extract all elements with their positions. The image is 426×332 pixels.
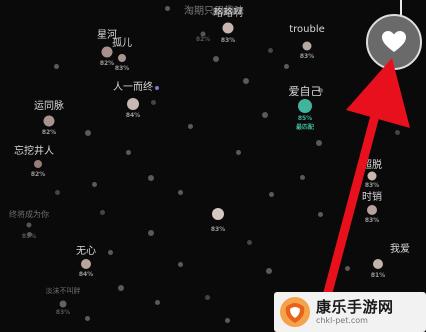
watermark-url: chkl-pet.com [316, 315, 368, 325]
watermark-title: 康乐手游网 [316, 297, 394, 316]
red-arrow-annotation [313, 58, 410, 332]
watermark-logo-icon [280, 297, 310, 327]
match-graph-canvas[interactable]: 淘期只用趣味 略略啊 83% 星河 82% 孤儿 83% 82% trouble… [0, 0, 426, 332]
watermark-badge: 康乐手游网 chkl-pet.com [274, 292, 426, 332]
